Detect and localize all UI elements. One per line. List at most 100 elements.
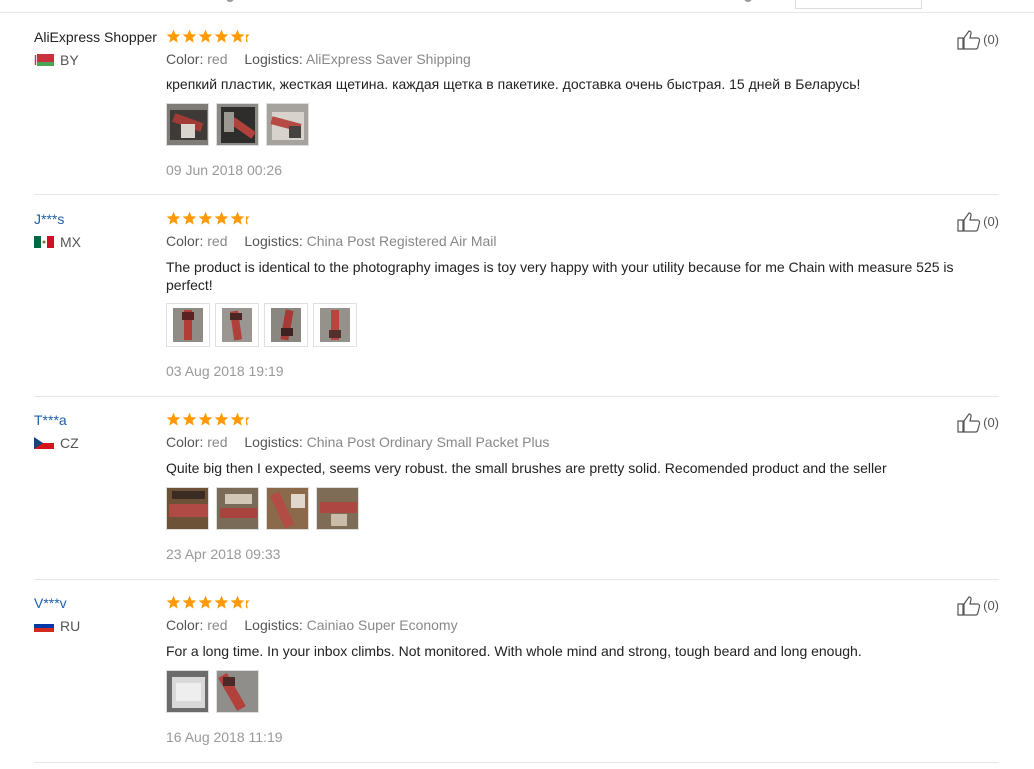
sort-select[interactable] [795, 0, 922, 9]
review-text: For a long time. In your inbox climbs. N… [166, 643, 862, 659]
star-rating [166, 594, 250, 610]
star-icon [198, 29, 213, 43]
review-attributes: Color: red Logistics: China Post Ordinar… [166, 433, 549, 451]
star-icon [198, 211, 213, 225]
czech-flag-icon [34, 437, 54, 449]
review-text: The product is identical to the photogra… [166, 259, 954, 293]
top-toolbar-edge [0, 0, 1034, 13]
review-photo[interactable] [266, 103, 309, 146]
review-photos [166, 303, 362, 347]
review-attributes: Color: red Logistics: AliExpress Saver S… [166, 50, 471, 68]
toolbar-dot-icon [744, 0, 752, 2]
reviewer-country: BY [34, 53, 79, 67]
review-date: 16 Aug 2018 11:19 [166, 729, 283, 745]
helpful-count: (0) [983, 214, 999, 229]
star-partial-icon [246, 34, 250, 43]
review-photo[interactable] [166, 303, 210, 347]
logistics-value: Cainiao Super Economy [306, 617, 458, 633]
logistics-value: AliExpress Saver Shipping [305, 51, 471, 67]
color-label: Color: [166, 617, 204, 633]
star-icon [182, 211, 197, 225]
helpful-button[interactable]: (0) [957, 413, 999, 433]
review-item: V***v RU Color: red Logistics: Cainiao S… [34, 594, 999, 763]
logistics-label: Logistics: [244, 233, 303, 249]
star-icon [214, 595, 229, 609]
review-photo[interactable] [166, 670, 209, 713]
review-date: 23 Apr 2018 09:33 [166, 546, 281, 562]
color-value: red [207, 233, 228, 249]
reviewer-name[interactable]: V***v [34, 594, 67, 612]
color-value: red [207, 434, 228, 450]
logistics-label: Logistics: [244, 617, 303, 633]
review-photo[interactable] [216, 103, 259, 146]
country-code: BY [60, 52, 79, 68]
star-partial-icon [246, 417, 250, 426]
review-photos [166, 103, 316, 146]
review-photo[interactable] [166, 103, 209, 146]
review-photos [166, 670, 266, 713]
review-item: AliExpress Shopper BY Color: red Logisti… [34, 28, 999, 195]
review-attributes: Color: red Logistics: Cainiao Super Econ… [166, 616, 458, 634]
star-icon [182, 29, 197, 43]
review-photo[interactable] [216, 487, 259, 530]
star-icon [230, 412, 245, 426]
star-icon [166, 29, 181, 43]
review-item: J***s MX Color: red Logistics: China Pos… [34, 210, 999, 397]
star-icon [214, 29, 229, 43]
review-photo[interactable] [266, 487, 309, 530]
review-photo[interactable] [264, 303, 308, 347]
star-partial-icon [246, 600, 250, 609]
belarus-flag-icon [34, 54, 54, 66]
reviewer-country: CZ [34, 436, 79, 450]
review-photo[interactable] [316, 487, 359, 530]
star-icon [182, 595, 197, 609]
color-value: red [207, 51, 228, 67]
reviewer-name: AliExpress Shopper [34, 29, 157, 45]
helpful-button[interactable]: (0) [957, 30, 999, 50]
logistics-value: China Post Ordinary Small Packet Plus [306, 434, 550, 450]
star-icon [214, 412, 229, 426]
star-icon [198, 412, 213, 426]
helpful-button[interactable]: (0) [957, 212, 999, 232]
review-photo[interactable] [313, 303, 357, 347]
color-label: Color: [166, 434, 204, 450]
reviewer-country: MX [34, 235, 81, 249]
helpful-button[interactable]: (0) [957, 596, 999, 616]
thumbs-up-icon [957, 413, 981, 433]
country-code: MX [60, 234, 81, 250]
star-icon [166, 412, 181, 426]
toolbar-dot-icon [226, 0, 234, 2]
thumbs-up-icon [957, 30, 981, 50]
logistics-label: Logistics: [244, 434, 303, 450]
review-photos [166, 487, 366, 530]
star-rating [166, 411, 250, 427]
color-label: Color: [166, 233, 204, 249]
reviewer-name[interactable]: J***s [34, 210, 64, 228]
review-photo[interactable] [215, 303, 259, 347]
star-icon [182, 412, 197, 426]
russia-flag-icon [34, 620, 54, 632]
star-rating [166, 28, 250, 44]
review-text: крепкий пластик, жесткая щетина. каждая … [166, 76, 861, 92]
review-attributes: Color: red Logistics: China Post Registe… [166, 232, 497, 250]
reviewer-name[interactable]: T***a [34, 411, 67, 429]
reviewer-country: RU [34, 619, 80, 633]
helpful-count: (0) [983, 32, 999, 47]
country-code: RU [60, 618, 81, 634]
helpful-count: (0) [983, 415, 999, 430]
color-label: Color: [166, 51, 204, 67]
star-rating [166, 210, 250, 226]
review-photo[interactable] [166, 487, 209, 530]
star-icon [230, 211, 245, 225]
review-photo[interactable] [216, 670, 259, 713]
color-value: red [207, 617, 228, 633]
country-code: CZ [60, 435, 79, 451]
star-icon [166, 211, 181, 225]
mexico-flag-icon [34, 236, 54, 248]
review-item: T***a CZ Color: red Logistics: China Pos… [34, 411, 999, 580]
thumbs-up-icon [957, 596, 981, 616]
logistics-label: Logistics: [244, 51, 303, 67]
star-icon [230, 595, 245, 609]
star-icon [166, 595, 181, 609]
star-icon [198, 595, 213, 609]
